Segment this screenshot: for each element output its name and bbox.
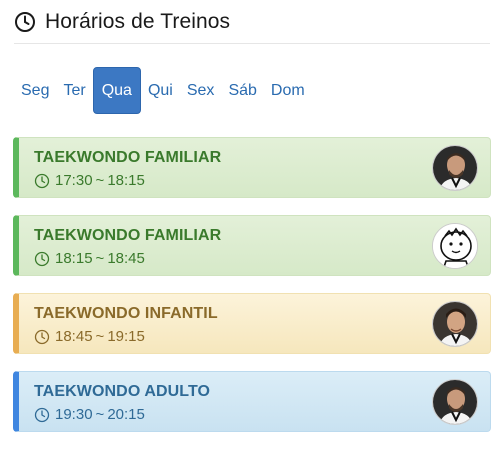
- class-time: 18:45 ~ 19:15: [34, 328, 145, 345]
- tab-ter[interactable]: Ter: [56, 67, 92, 114]
- clock-icon: [34, 329, 50, 345]
- tab-sex[interactable]: Sex: [180, 67, 222, 114]
- weekday-tabs: Seg Ter Qua Qui Sex Sáb Dom: [14, 67, 312, 114]
- class-name: TAEKWONDO FAMILIAR: [34, 149, 222, 166]
- class-card[interactable]: TAEKWONDO ADULTO 19:30 ~ 20:15: [13, 371, 491, 432]
- time-separator: ~: [95, 328, 105, 345]
- class-name: TAEKWONDO INFANTIL: [34, 305, 218, 322]
- class-time: 19:30 ~ 20:15: [34, 406, 145, 423]
- tab-qua[interactable]: Qua: [92, 67, 141, 114]
- class-name: TAEKWONDO FAMILIAR: [34, 227, 222, 244]
- time-separator: ~: [95, 172, 105, 189]
- instructor-avatar: [432, 145, 478, 191]
- clock-icon: [34, 173, 50, 189]
- tab-sab[interactable]: Sáb: [221, 67, 263, 114]
- clock-icon: [14, 11, 36, 33]
- class-time: 18:15 ~ 18:45: [34, 250, 145, 267]
- clock-icon: [34, 407, 50, 423]
- class-end-time: 19:15: [107, 328, 145, 345]
- class-card[interactable]: TAEKWONDO FAMILIAR 18:15 ~ 18:45: [13, 215, 491, 276]
- class-card[interactable]: TAEKWONDO INFANTIL 18:45 ~ 19:15: [13, 293, 491, 354]
- class-card[interactable]: TAEKWONDO FAMILIAR 17:30 ~ 18:15: [13, 137, 491, 198]
- instructor-avatar: [432, 379, 478, 425]
- class-end-time: 20:15: [107, 406, 145, 423]
- instructor-avatar: [432, 301, 478, 347]
- class-start-time: 17:30: [55, 172, 93, 189]
- class-time: 17:30 ~ 18:15: [34, 172, 145, 189]
- class-name: TAEKWONDO ADULTO: [34, 383, 211, 400]
- class-end-time: 18:15: [107, 172, 145, 189]
- clock-icon: [34, 251, 50, 267]
- tab-seg[interactable]: Seg: [14, 67, 56, 114]
- time-separator: ~: [95, 406, 105, 423]
- page-header: Horários de Treinos: [14, 8, 230, 36]
- class-start-time: 19:30: [55, 406, 93, 423]
- header-divider: [14, 43, 490, 44]
- tab-qui[interactable]: Qui: [141, 67, 180, 114]
- class-schedule-list: TAEKWONDO FAMILIAR 17:30 ~ 18:15 TAEKWON…: [13, 137, 491, 449]
- class-start-time: 18:15: [55, 250, 93, 267]
- time-separator: ~: [95, 250, 105, 267]
- class-start-time: 18:45: [55, 328, 93, 345]
- class-end-time: 18:45: [107, 250, 145, 267]
- page-title: Horários de Treinos: [45, 10, 231, 33]
- cartoon-avatar: [432, 223, 478, 269]
- tab-dom[interactable]: Dom: [264, 67, 312, 114]
